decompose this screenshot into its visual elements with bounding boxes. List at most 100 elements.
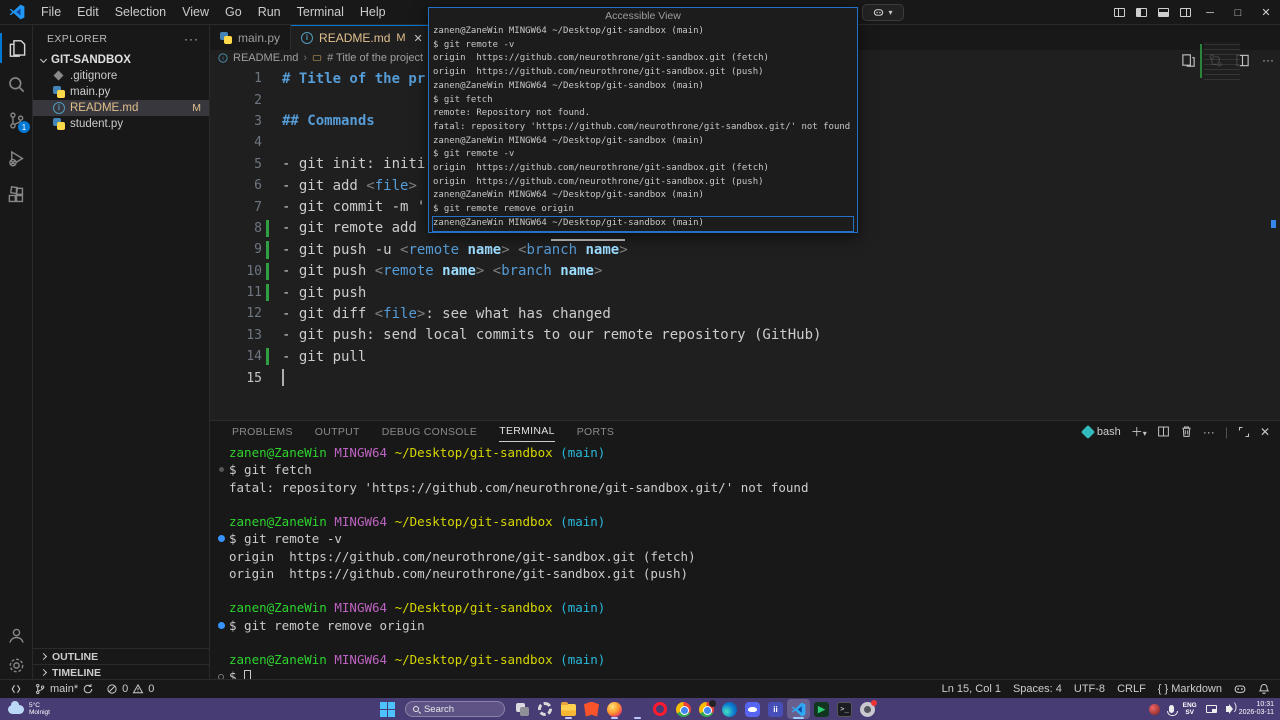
taskbar-game-bar-icon[interactable] (856, 699, 879, 719)
new-terminal-icon[interactable]: ＋▾ (1131, 423, 1147, 440)
customize-layout-icon[interactable] (1108, 0, 1130, 25)
outline-section[interactable]: OUTLINE (33, 648, 209, 664)
menu-selection[interactable]: Selection (107, 2, 174, 22)
notifications-bell-icon[interactable] (1252, 680, 1276, 699)
extensions-view-icon[interactable] (0, 180, 33, 210)
microphone-icon[interactable] (1166, 705, 1178, 716)
minimize-button[interactable]: ─ (1196, 0, 1224, 25)
close-tab-icon[interactable]: ✕ (414, 32, 423, 45)
menu-run[interactable]: Run (250, 2, 289, 22)
taskbar-edge-icon[interactable] (718, 699, 741, 719)
menu-view[interactable]: View (174, 2, 217, 22)
file-README.md[interactable]: i README.md M (33, 100, 209, 116)
tray-app-icon[interactable] (1148, 703, 1160, 715)
explorer-more-actions-icon[interactable]: ··· (184, 32, 199, 46)
tab-README.md[interactable]: i README.md M ✕ (291, 25, 434, 50)
maximize-panel-icon[interactable] (1238, 426, 1250, 438)
file-student.py[interactable]: student.py (33, 116, 209, 132)
tab-main.py[interactable]: main.py (210, 25, 292, 50)
taskbar-firefox-icon[interactable] (603, 699, 626, 719)
kill-terminal-icon[interactable] (1180, 425, 1193, 438)
taskbar-terminal-icon[interactable]: >_ (833, 699, 856, 719)
cursor-position[interactable]: Ln 15, Col 1 (936, 680, 1007, 699)
cast-icon[interactable] (1205, 705, 1217, 713)
file-.gitignore[interactable]: .gitignore (33, 68, 209, 84)
eol[interactable]: CRLF (1111, 680, 1152, 699)
open-changes-icon[interactable] (1181, 53, 1196, 68)
taskbar-settings-icon[interactable] (534, 699, 557, 719)
taskbar-chrome-profile-icon[interactable] (695, 699, 718, 719)
info-icon: i (301, 32, 314, 44)
panel-tab-problems[interactable]: PROBLEMS (232, 421, 293, 442)
panel-tab-terminal[interactable]: TERMINAL (499, 421, 555, 442)
taskbar-task-view-icon[interactable] (511, 699, 534, 719)
close-panel-icon[interactable]: ✕ (1260, 425, 1270, 439)
settings-gear-icon[interactable] (0, 650, 33, 680)
timeline-section[interactable]: TIMELINE (33, 664, 209, 680)
indentation[interactable]: Spaces: 4 (1007, 680, 1068, 699)
copilot-button[interactable]: ▾ (862, 4, 904, 21)
weather-widget[interactable]: 5°C Molnigt (8, 700, 50, 716)
command-decoration[interactable] (219, 467, 224, 473)
editor-line-14[interactable]: 14 - git pull (210, 346, 1280, 367)
encoding[interactable]: UTF-8 (1068, 680, 1111, 699)
start-button[interactable] (379, 701, 395, 717)
menu-go[interactable]: Go (217, 2, 250, 22)
accounts-icon[interactable] (0, 620, 33, 650)
terminal-shell-selector[interactable]: bash (1080, 424, 1121, 439)
taskbar-search[interactable]: Search (404, 701, 505, 717)
toggle-secondary-sidebar-icon[interactable] (1174, 0, 1196, 25)
menu-edit[interactable]: Edit (69, 2, 107, 22)
git-branch-status[interactable]: main* (28, 680, 100, 699)
split-terminal-icon[interactable] (1157, 425, 1170, 438)
taskbar-file-explorer-icon[interactable] (557, 699, 580, 719)
accessible-view-overlay[interactable]: Accessible View zanen@ZaneWin MINGW64 ~/… (428, 7, 858, 233)
editor-line-10[interactable]: 10 - git push <remote name> <branch name> (210, 261, 1280, 282)
taskbar-vscode-icon[interactable] (786, 699, 810, 719)
panel-tab-ports[interactable]: PORTS (577, 421, 614, 442)
close-button[interactable]: ✕ (1252, 0, 1280, 25)
menu-terminal[interactable]: Terminal (289, 2, 352, 22)
volume-icon[interactable] (1225, 702, 1237, 714)
minimap[interactable] (1200, 42, 1240, 84)
taskbar-green-ide-icon[interactable]: ▶ (810, 699, 833, 719)
command-decoration[interactable] (218, 535, 225, 543)
explorer-view-icon[interactable] (0, 33, 33, 63)
panel-tab-output[interactable]: OUTPUT (315, 421, 360, 442)
run-debug-view-icon[interactable] (0, 143, 33, 173)
editor-more-actions-icon[interactable]: ··· (1262, 53, 1274, 68)
taskbar-discord-icon[interactable] (741, 699, 764, 719)
taskbar-brave-icon[interactable] (580, 699, 603, 719)
source-control-view-icon[interactable]: 1 (0, 105, 33, 135)
breadcrumb[interactable]: i README.md › # Title of the project › (218, 52, 447, 64)
search-view-icon[interactable] (0, 69, 33, 99)
menu-help[interactable]: Help (352, 2, 394, 22)
language-mode[interactable]: { } Markdown (1152, 680, 1228, 699)
file-main.py[interactable]: main.py (33, 84, 209, 100)
remote-indicator[interactable] (4, 680, 28, 699)
panel-tab-debug-console[interactable]: DEBUG CONSOLE (382, 421, 478, 442)
taskbar-chrome-icon[interactable] (672, 699, 695, 719)
command-decoration[interactable] (218, 621, 225, 629)
editor-line-15[interactable]: 15 (210, 367, 1280, 388)
copilot-status-icon[interactable] (1228, 680, 1252, 699)
panel-more-actions-icon[interactable]: ··· (1203, 425, 1215, 439)
editor-line-11[interactable]: 11 - git push (210, 282, 1280, 303)
breadcrumb-file[interactable]: README.md (233, 52, 298, 64)
editor-line-12[interactable]: 12 - git diff <file>: see what has change… (210, 303, 1280, 324)
terminal[interactable]: zanen@ZaneWin MINGW64 ~/Desktop/git-sand… (218, 444, 808, 686)
problems-status[interactable]: 0 0 (100, 680, 160, 699)
taskbar-firefox-nightly-icon[interactable] (626, 699, 649, 719)
clock[interactable]: 10:31 2026-03-11 (1239, 701, 1274, 717)
explorer-root-folder[interactable]: GIT-SANDBOX (33, 52, 209, 68)
taskbar-opera-icon[interactable] (649, 699, 672, 719)
maximize-button[interactable]: □ (1224, 0, 1252, 25)
taskbar-teams-icon[interactable]: ii (764, 699, 787, 719)
breadcrumb-symbol[interactable]: # Title of the project (327, 52, 423, 64)
editor-line-13[interactable]: 13 - git push: send local commits to our … (210, 325, 1280, 346)
toggle-panel-icon[interactable] (1152, 0, 1174, 25)
menu-file[interactable]: File (33, 2, 69, 22)
language-switcher[interactable]: ENG SV (1183, 702, 1197, 716)
editor-line-9[interactable]: 9- git push -u <remote name> <branch nam… (210, 239, 1280, 260)
toggle-sidebar-icon[interactable] (1130, 0, 1152, 25)
